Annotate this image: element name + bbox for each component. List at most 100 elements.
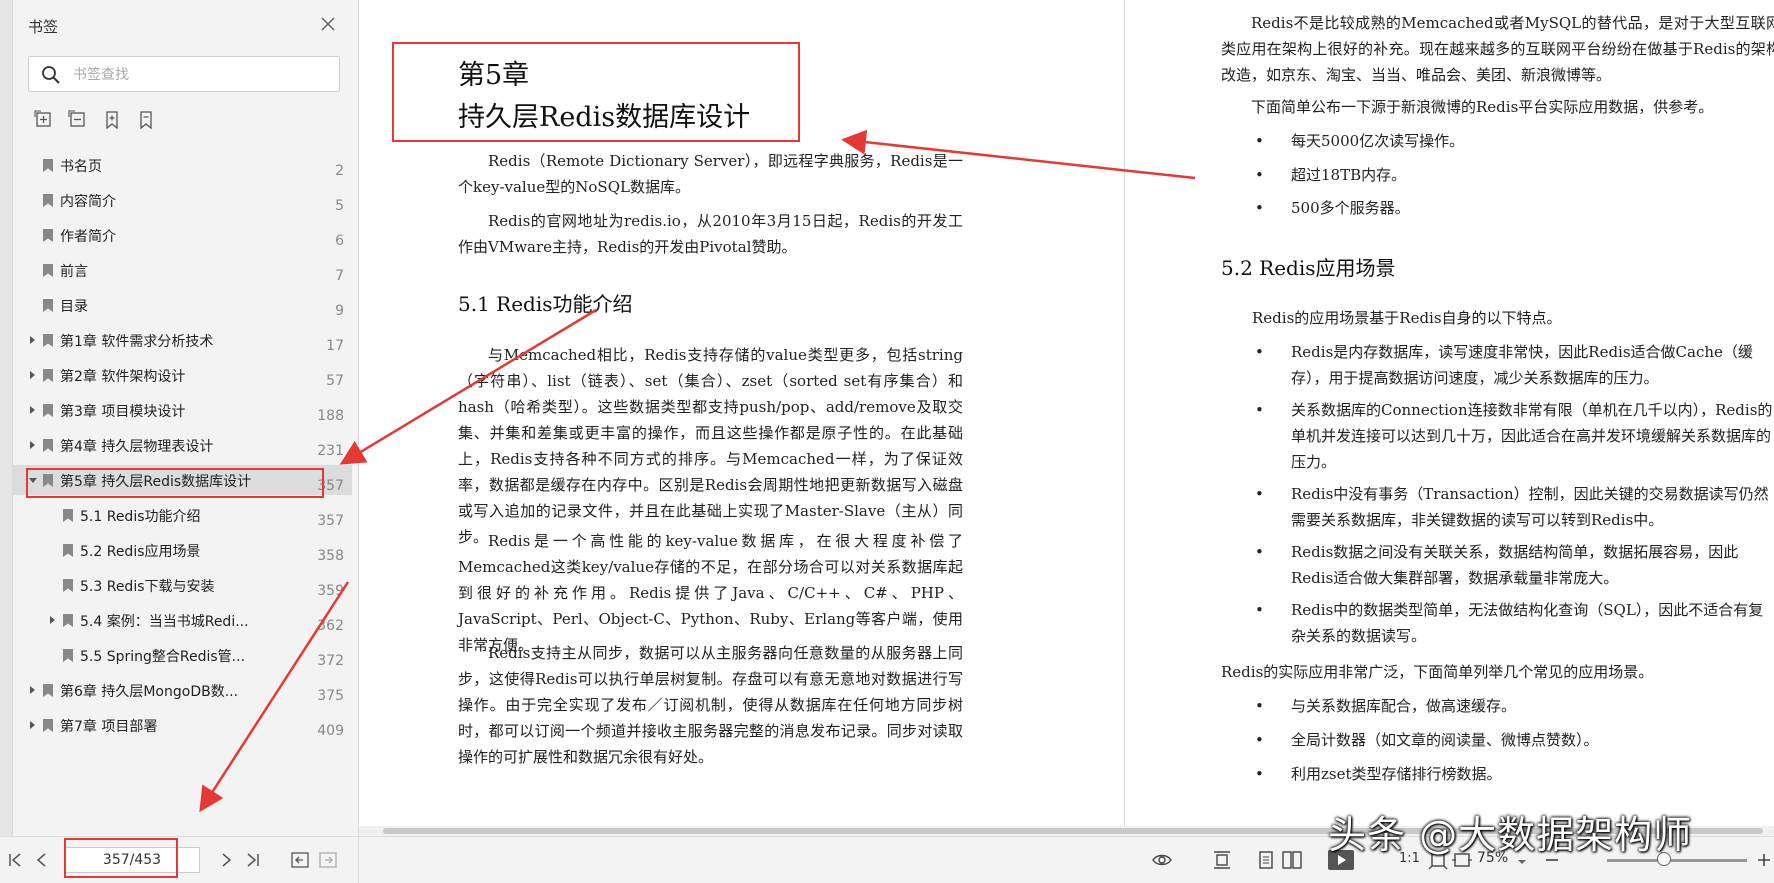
list-item: • Redis是内存数据库，读写速度非常快，因此Redis适合做Cache（缓存）…	[1255, 343, 1753, 387]
sidebar-item[interactable]: 内容简介 5	[12, 185, 352, 215]
sidebar-item[interactable]: 书名页 2	[12, 150, 352, 180]
sidebar-item[interactable]: 第4章 持久层物理表设计 231	[12, 430, 352, 460]
caret-right-icon[interactable]	[28, 334, 38, 346]
caret-right-icon[interactable]	[28, 719, 38, 731]
bookmark-icon	[62, 578, 74, 593]
sidebar-item-label: 5.2 Redis应用场景	[80, 544, 201, 560]
sidebar-item-label: 5.3 Redis下载与安装	[80, 579, 215, 595]
bookmark-icon	[42, 683, 54, 698]
bookmark-icon	[42, 263, 54, 278]
sidebar-item-page: 57	[326, 373, 344, 389]
continuous-view-icon[interactable]	[1255, 849, 1277, 871]
caret-right-icon[interactable]	[28, 684, 38, 696]
expand-all-icon[interactable]	[34, 110, 54, 130]
sidebar-item-page: 188	[317, 408, 344, 424]
bookmark-search-input[interactable]	[71, 65, 325, 85]
sidebar-item-page: 372	[317, 653, 344, 669]
paragraph: Redis的应用场景基于Redis自身的以下特点。	[1252, 309, 1562, 327]
list-item: • 与关系数据库配合，做高速缓存。	[1255, 697, 1517, 715]
bookmark-panel: 书签 书名页 2 内容简介 5 作者简介 6 前言 7 目录 9 第1章 软件需求分析技术 17 第2章…	[0, 0, 359, 836]
bookmark-icon	[42, 158, 54, 173]
forward-icon[interactable]	[318, 850, 338, 870]
sidebar-item-page: 2	[335, 163, 344, 179]
sidebar-item-label: 第2章 软件架构设计	[60, 369, 186, 385]
caret-right-icon[interactable]	[28, 439, 38, 451]
caret-right-icon[interactable]	[28, 369, 38, 381]
sidebar-item-label: 前言	[60, 264, 88, 280]
back-icon[interactable]	[290, 850, 310, 870]
zoom-slider[interactable]	[1607, 859, 1747, 862]
caret-right-icon[interactable]	[48, 614, 58, 626]
bookmark-icon	[42, 298, 54, 313]
sidebar-item-page: 362	[317, 618, 344, 634]
sidebar-item[interactable]: 5.3 Redis下载与安装 359	[12, 570, 352, 600]
sidebar-item-label: 第3章 项目模块设计	[60, 404, 186, 420]
close-icon[interactable]	[318, 14, 338, 34]
list-item: • 超过18TB内存。	[1255, 166, 1407, 184]
paragraph: 与Memcached相比，Redis支持存储的value类型更多，包括strin…	[458, 346, 963, 546]
sidebar-item[interactable]: 5.5 Spring整合Redis管... 372	[12, 640, 352, 670]
previous-page-icon[interactable]	[32, 850, 52, 870]
bookmark-icon	[62, 613, 74, 628]
sidebar-item-label: 5.5 Spring整合Redis管...	[80, 649, 246, 665]
bookmark-icon	[62, 648, 74, 663]
list-item: • 关系数据库的Connection连接数非常有限（单机在几千以内），Redis的…	[1255, 401, 1773, 471]
page-divider	[1124, 0, 1125, 830]
sidebar-item-label: 5.1 Redis功能介绍	[80, 509, 201, 525]
list-item: • 全局计数器（如文章的阅读量、微博点赞数）。	[1255, 731, 1599, 749]
annotation-box-page-number	[64, 838, 178, 878]
paragraph: 下面简单公布一下源于新浪微博的Redis平台实际应用数据，供参考。	[1251, 98, 1714, 116]
sidebar-item-page: 409	[317, 723, 344, 739]
add-bookmark-icon[interactable]	[102, 110, 122, 130]
sidebar-item[interactable]: 5.2 Redis应用场景 358	[12, 535, 352, 565]
single-page-view-icon[interactable]	[1211, 849, 1233, 871]
sidebar-item[interactable]: 5.1 Redis功能介绍 357	[12, 500, 352, 530]
panel-title: 书签	[28, 18, 59, 36]
page-navigation-bar: 357/453	[0, 836, 359, 883]
collapse-all-icon[interactable]	[68, 110, 88, 130]
paragraph: Redis（Remote Dictionary Server），即远程字典服务，…	[458, 152, 963, 196]
search-icon	[42, 66, 60, 84]
bookmark-icon	[42, 718, 54, 733]
list-item: • 利用zset类型存储排行榜数据。	[1255, 765, 1502, 783]
last-page-icon[interactable]	[242, 850, 262, 870]
sidebar-item-label: 作者简介	[60, 229, 116, 245]
annotation-box-bookmark	[26, 468, 324, 498]
sidebar-item[interactable]: 作者简介 6	[12, 220, 352, 250]
sidebar-item-page: 358	[317, 548, 344, 564]
sidebar-item[interactable]: 第3章 项目模块设计 188	[12, 395, 352, 425]
sidebar-item-label: 内容简介	[60, 194, 116, 210]
list-item: • Redis中的数据类型简单，无法做结构化查询（SQL），因此不适合有复杂关系的…	[1255, 601, 1764, 645]
bookmark-icon	[42, 333, 54, 348]
paragraph: Redis的实际应用非常广泛，下面简单列举几个常见的应用场景。	[1221, 663, 1654, 681]
sidebar-item-page: 231	[317, 443, 344, 459]
sidebar-item[interactable]: 第7章 项目部署 409	[12, 710, 352, 740]
paragraph: Redis是一个高性能的key-value数据库，在很大程度补偿了Memcach…	[458, 532, 963, 654]
next-page-icon[interactable]	[216, 850, 236, 870]
sidebar-item[interactable]: 5.4 案例：当当书城Redi... 362	[12, 605, 352, 635]
caret-right-icon[interactable]	[28, 404, 38, 416]
bookmark-icon	[42, 368, 54, 383]
sidebar-item[interactable]: 前言 7	[12, 255, 352, 285]
paragraph: Redis不是比较成熟的Memcached或者MySQL的替代品，是对于大型互联…	[1221, 14, 1774, 84]
sidebar-item[interactable]: 第2章 软件架构设计 57	[12, 360, 352, 390]
sidebar-item-page: 375	[317, 688, 344, 704]
eye-protection-icon[interactable]	[1151, 849, 1173, 871]
zoom-in-icon[interactable]	[1753, 849, 1774, 871]
bookmark-icon	[42, 438, 54, 453]
sidebar-item-label: 第6章 持久层MongoDB数...	[60, 684, 239, 700]
bookmark-search-box[interactable]	[28, 56, 340, 92]
sidebar-item-page: 6	[335, 233, 344, 249]
sidebar-item[interactable]: 目录 9	[12, 290, 352, 320]
section-heading: 5.1 Redis功能介绍	[458, 292, 633, 316]
bookmark-icon[interactable]	[136, 110, 156, 130]
sidebar-item[interactable]: 第1章 软件需求分析技术 17	[12, 325, 352, 355]
sidebar-item[interactable]: 第6章 持久层MongoDB数... 375	[12, 675, 352, 705]
paragraph: Redis的官网地址为redis.io，从2010年3月15日起，Redis的开…	[458, 212, 963, 256]
sidebar-item-page: 9	[335, 303, 344, 319]
first-page-icon[interactable]	[6, 850, 26, 870]
list-item: • 每天5000亿次读写操作。	[1255, 132, 1465, 150]
double-page-view-icon[interactable]	[1281, 849, 1303, 871]
sidebar-item-label: 5.4 案例：当当书城Redi...	[80, 614, 249, 630]
bookmark-icon	[62, 508, 74, 523]
